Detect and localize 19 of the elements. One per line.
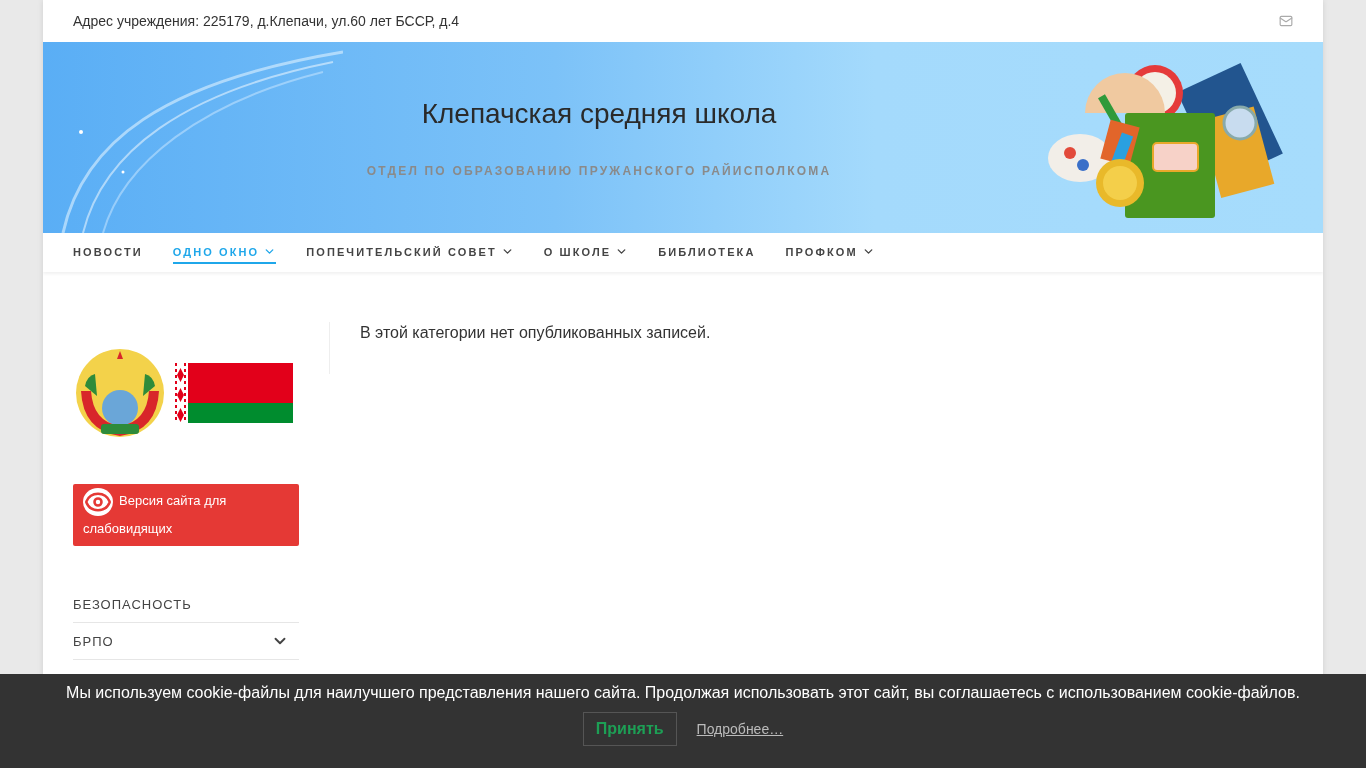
site-title[interactable]: Клепачская средняя школа [421,97,777,130]
nav-link[interactable]: НОВОСТИ [73,241,143,264]
eye-icon [83,488,113,516]
more-link[interactable]: Подробнее… [696,721,784,737]
address-text: Адрес учреждения: 225179, д.Клепачи, ул.60 лет БССР, д.4 [73,13,460,29]
nav-link[interactable]: О ШКОЛЕ [543,241,629,264]
sidebar-menu-item[interactable]: БРПО [73,623,299,660]
nav-link[interactable]: БИБЛИОТЕКА [658,241,756,264]
menu-label: БРПО [73,633,114,649]
cookie-notice-text: Мы используем cookie-файлы для наилучшего представления нашего сайта. Продолжая использовать этот сайт, вы соглашаетесь с использованием cookie-файлов. [66,684,1300,702]
flag-icon [173,363,293,423]
accessibility-button[interactable]: Версия сайта для слабовидящих [73,484,299,546]
nav-link[interactable]: ПОПЕЧИТЕЛЬСКИЙ СОВЕТ [306,241,514,264]
menu-label: БЕЗОПАСНОСТЬ [73,596,192,612]
site-subtitle: ОТДЕЛ ПО ОБРАЗОВАНИЮ ПРУЖАНСКОГО РАЙИСПОЛКОМА [366,163,832,178]
accept-button[interactable]: Принять [582,712,677,746]
nav-link[interactable]: ПРОФКОМ [785,241,875,264]
empty-category-message: В этой категории нет опубликованных записей. [360,324,711,342]
sidebar-menu-item[interactable]: БЕЗОПАСНОСТЬ [73,586,299,623]
